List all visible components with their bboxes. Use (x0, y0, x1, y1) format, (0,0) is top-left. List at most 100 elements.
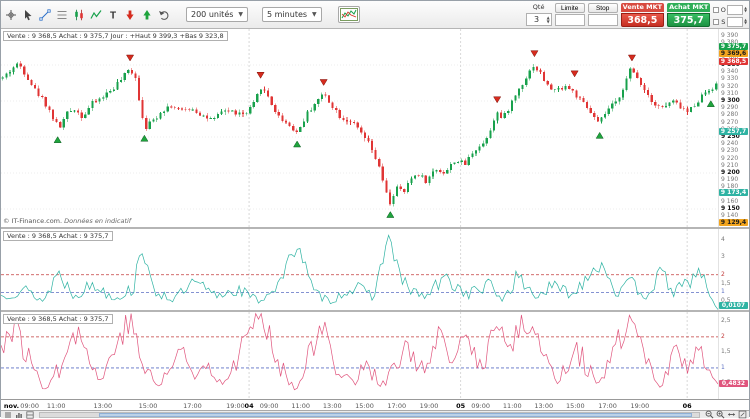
undo-icon[interactable] (156, 5, 172, 25)
qty-stepper[interactable]: 3 ▲▼ (526, 13, 552, 26)
indicator1-axis[interactable]: 0,511,52340,0107 (718, 229, 749, 310)
time-label: 09:00 (260, 402, 279, 410)
bracket-stepper[interactable]: ▲▼ (744, 19, 747, 26)
bracket-label: S (720, 18, 726, 26)
timeframe-dropdown-value: 5 minutes (267, 10, 307, 19)
limit-order-button[interactable]: Limite (555, 3, 585, 13)
timeframe-dropdown[interactable]: 5 minutes ▼ (262, 7, 322, 22)
qty-column: Qté 3 ▲▼ (526, 3, 552, 26)
sell-arrow-icon[interactable] (122, 5, 138, 25)
stop-price-input[interactable] (588, 14, 618, 26)
trendline-icon[interactable] (37, 5, 53, 25)
indicator1-plot[interactable] (1, 229, 718, 310)
buy-signal-arrow (141, 135, 148, 141)
bracket-checkbox[interactable] (713, 7, 719, 13)
time-label: 17:00 (598, 402, 617, 410)
time-label: 15:00 (355, 402, 374, 410)
fibonacci-icon[interactable] (54, 5, 70, 25)
main-price-axis[interactable]: 9 1409 1509 1609 1709 1809 1909 2009 210… (718, 29, 749, 227)
sell-signal-arrow (571, 71, 578, 77)
time-label: 09:00 (471, 402, 490, 410)
stop-order-button[interactable]: Stop (588, 3, 618, 13)
candlestick-icon[interactable] (71, 5, 87, 25)
scrollbar-thumb[interactable] (99, 413, 692, 417)
indicator-tick-label: 1,5 (721, 349, 731, 355)
bracket-value-input[interactable] (727, 17, 743, 27)
sell-column: Vente MKT 368,5 (621, 3, 664, 27)
bracket-label: O (720, 6, 726, 14)
indicator2-plot[interactable] (1, 312, 718, 399)
buy-mkt-label: Achat MKT (667, 3, 710, 12)
price-tick-label: 9 270 (721, 120, 738, 126)
quote-info-label: Vente : 9 368,5 Achat : 9 375,7 Jour : +… (3, 31, 228, 41)
bracket-stepper[interactable]: ▲▼ (744, 7, 747, 14)
stop-column: Stop (588, 3, 618, 26)
price-tick-label: 9 230 (721, 148, 738, 154)
sell-signal-arrow (531, 51, 538, 57)
indicator1-panel: 0,511,52340,0107 Vente : 9 368,5 Achat :… (1, 227, 749, 310)
limit-column: Limite (555, 3, 585, 26)
time-label: 11:00 (291, 402, 310, 410)
chevron-down-icon: ▼ (312, 11, 317, 18)
main-chart-panel: 9 1409 1509 1609 1709 1809 1909 2009 210… (1, 29, 749, 227)
bracket-value-input[interactable] (727, 5, 743, 15)
price-tick-label: 9 310 (721, 91, 738, 97)
time-label: 17:00 (387, 402, 406, 410)
bracket-checkbox[interactable] (713, 19, 719, 25)
price-chip: 9 173,4 (719, 189, 748, 196)
limit-price-input[interactable] (555, 14, 585, 26)
indicator1-info-label: Vente : 9 368,5 Achat : 9 375,7 (3, 231, 113, 241)
main-chart-plot[interactable] (1, 29, 718, 227)
zigzag-icon[interactable] (88, 5, 104, 25)
time-label: 17:00 (183, 402, 202, 410)
indicator2-axis[interactable]: 0,511,522,50,4832 (718, 312, 749, 399)
main-toolbar: T 200 unités ▼ 5 minutes ▼ Qté 3 ▲▼ Limi… (1, 1, 749, 29)
time-label: 19:00 (630, 402, 649, 410)
buy-signal-arrow (294, 141, 301, 147)
text-tool-icon[interactable]: T (105, 5, 121, 25)
pointer-icon[interactable] (20, 5, 36, 25)
price-tick-label: 9 290 (721, 105, 738, 111)
copyright-label: © IT-Finance.com. Données en indicatif (3, 217, 131, 225)
drawing-tools-group: T (3, 5, 172, 25)
crosshair-icon[interactable] (3, 5, 19, 25)
time-label: 13:00 (534, 402, 553, 410)
buy-mkt-button[interactable]: 375,7 (667, 13, 710, 27)
qty-stepper-arrows[interactable]: ▲▼ (547, 16, 551, 24)
oscillator-chart (1, 312, 718, 399)
indicator-tick-label: 1 (721, 365, 725, 371)
units-dropdown[interactable]: 200 unités ▼ (186, 7, 248, 22)
time-axis-corner (718, 399, 749, 410)
chevron-down-icon: ▼ (238, 11, 243, 18)
indicator2-info-label: Vente : 9 368,5 Achat : 9 375,7 (3, 314, 113, 324)
price-chip: 9 375,7 (719, 43, 748, 50)
price-tick-label: 9 160 (721, 199, 738, 205)
indicator-tick-label: 1 (721, 289, 725, 295)
sell-signal-arrow (257, 72, 264, 78)
buy-signal-arrow (387, 212, 394, 218)
sell-signal-arrow (320, 79, 327, 85)
trading-platform-window: T 200 unités ▼ 5 minutes ▼ Qté 3 ▲▼ Limi… (0, 0, 750, 417)
sell-signal-arrow (628, 55, 635, 61)
gridlines-group (1, 29, 718, 227)
chart-window-button[interactable] (338, 6, 360, 23)
price-tick-label: 9 200 (721, 170, 740, 176)
sell-mkt-button[interactable]: 368,5 (621, 13, 664, 27)
indicator-tick-label: 4 (721, 237, 725, 243)
price-tick-label: 9 240 (721, 141, 738, 147)
price-tick-label: 9 220 (721, 156, 738, 162)
oscillator-line (1, 314, 718, 390)
indicator2-panel: 0,511,522,50,4832 Vente : 9 368,5 Achat … (1, 310, 749, 399)
sell-signal-arrow (126, 55, 133, 61)
sell-signal-arrow (494, 97, 501, 103)
qty-value: 3 (527, 15, 547, 24)
indicator-value-chip: 0,0107 (719, 302, 748, 309)
buy-arrow-icon[interactable] (139, 5, 155, 25)
price-tick-label: 9 340 (721, 69, 738, 75)
copyright-note: Données en indicatif (64, 217, 131, 225)
buy-signal-arrow (54, 137, 61, 143)
buy-signal-arrow (707, 101, 714, 107)
price-tick-label: 9 190 (721, 177, 738, 183)
candlestick-chart (1, 29, 718, 227)
price-tick-label: 9 320 (721, 84, 738, 90)
